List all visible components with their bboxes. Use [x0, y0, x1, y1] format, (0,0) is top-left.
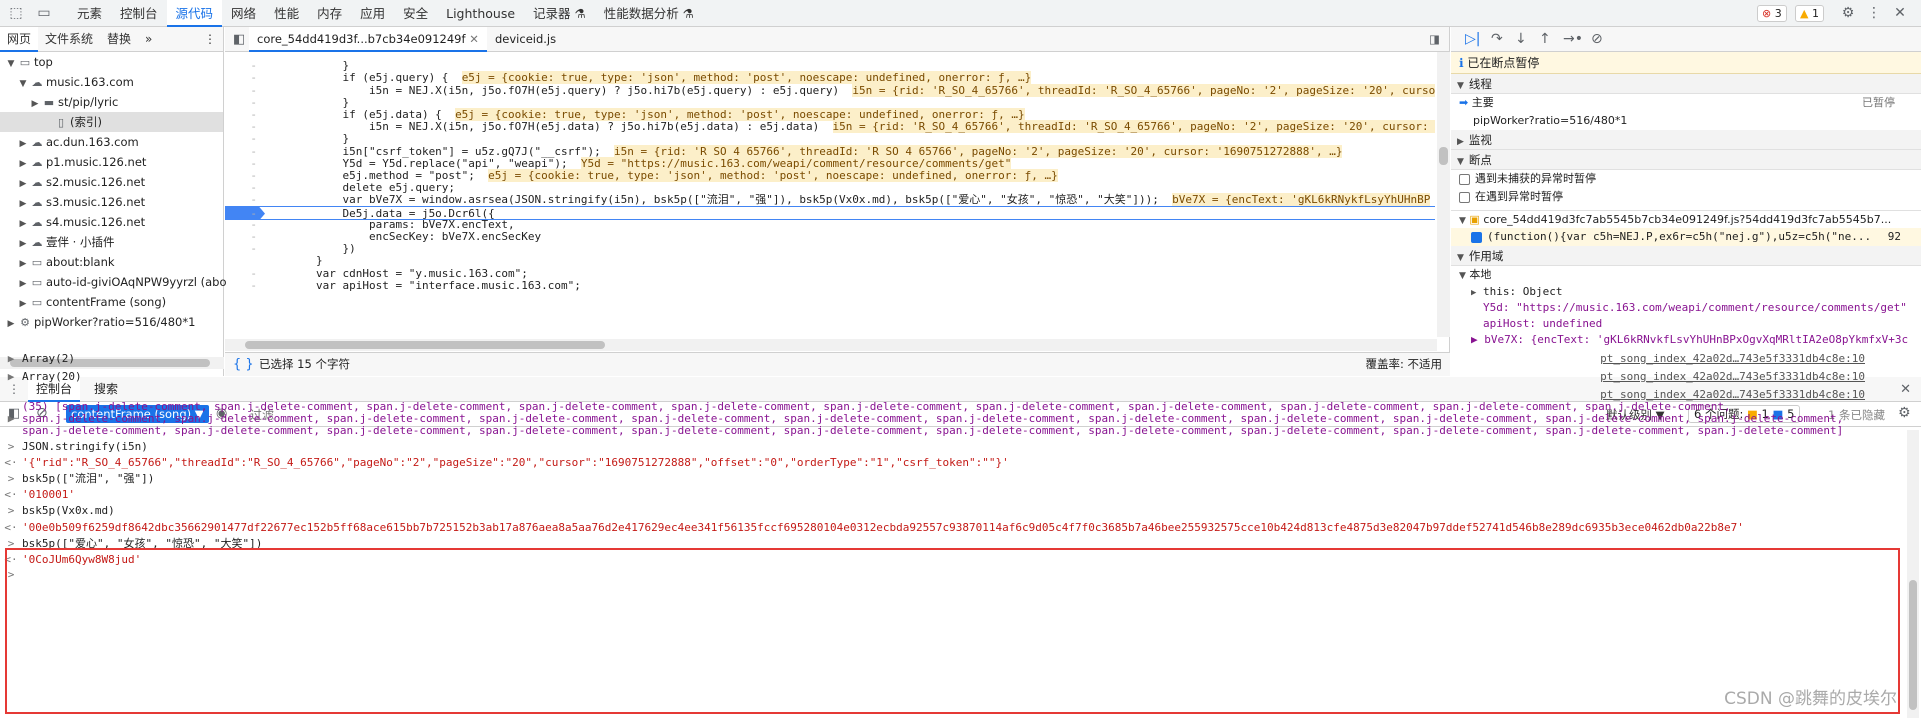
console-entry[interactable]: > bsk5p(Vx0x.md) — [0, 504, 1905, 517]
console-text: bsk5p(Vx0x.md) — [22, 504, 115, 517]
console-vscroll-thumb[interactable] — [1909, 580, 1917, 710]
console-source-link[interactable]: pt_song_index_42a02d…743e5f3331db4c8e:10 — [1600, 352, 1865, 365]
console-entry[interactable]: ▶ Array(2) pt_song_index_42a02d…743e5f3331… — [0, 352, 1905, 365]
console-entry[interactable]: <· '010001' — [0, 488, 1905, 501]
console-prefix-icon: <· — [4, 456, 18, 469]
console-entry[interactable]: <· '00e0b509f6259df8642dbc35662901477df22… — [0, 521, 1905, 534]
console-prefix-icon: <· — [4, 488, 18, 501]
console-text: bsk5p(["流泪", "强"]) — [22, 472, 155, 485]
console-entry[interactable]: span.j-delete-comment, span.j-delete-com… — [0, 424, 1905, 437]
console-entry[interactable]: > JSON.stringify(i5n) — [0, 440, 1905, 453]
console-prefix-icon: > — [7, 440, 15, 453]
console-prefix-icon: > — [7, 472, 15, 485]
console-text: '010001' — [22, 488, 75, 501]
console-entry[interactable]: > bsk5p(["流泪", "强"]) — [0, 472, 1905, 485]
console-entry[interactable]: <· '{"rid":"R_SO_4_65766","threadId":"R_S… — [0, 456, 1905, 469]
console-prefix-icon: > — [7, 504, 15, 517]
console-text: Array(2) — [22, 352, 75, 365]
console-prefix-icon[interactable]: ▶ — [0, 352, 22, 365]
watermark: CSDN @跳舞的皮埃尔 — [1724, 689, 1897, 709]
console-vscrollbar[interactable] — [1907, 430, 1919, 718]
console-entry[interactable]: ▶ Array(20) pt_song_index_42a02d…743e5f333… — [0, 370, 1905, 383]
console-text: '{"rid":"R_SO_4_65766","threadId":"R_SO_… — [22, 456, 1009, 469]
console-text: '00e0b509f6259df8642dbc35662901477df2267… — [22, 521, 1744, 534]
highlight-box — [5, 548, 1900, 714]
console-prefix-icon[interactable]: ▶ — [0, 370, 22, 383]
console-prefix-icon: <· — [4, 521, 18, 534]
console-text: span.j-delete-comment, span.j-delete-com… — [22, 424, 1844, 437]
console-source-link[interactable]: pt_song_index_42a02d…743e5f3331db4c8e:10 — [1600, 370, 1865, 383]
console-text: Array(20) — [22, 370, 82, 383]
console-text: JSON.stringify(i5n) — [22, 440, 148, 453]
